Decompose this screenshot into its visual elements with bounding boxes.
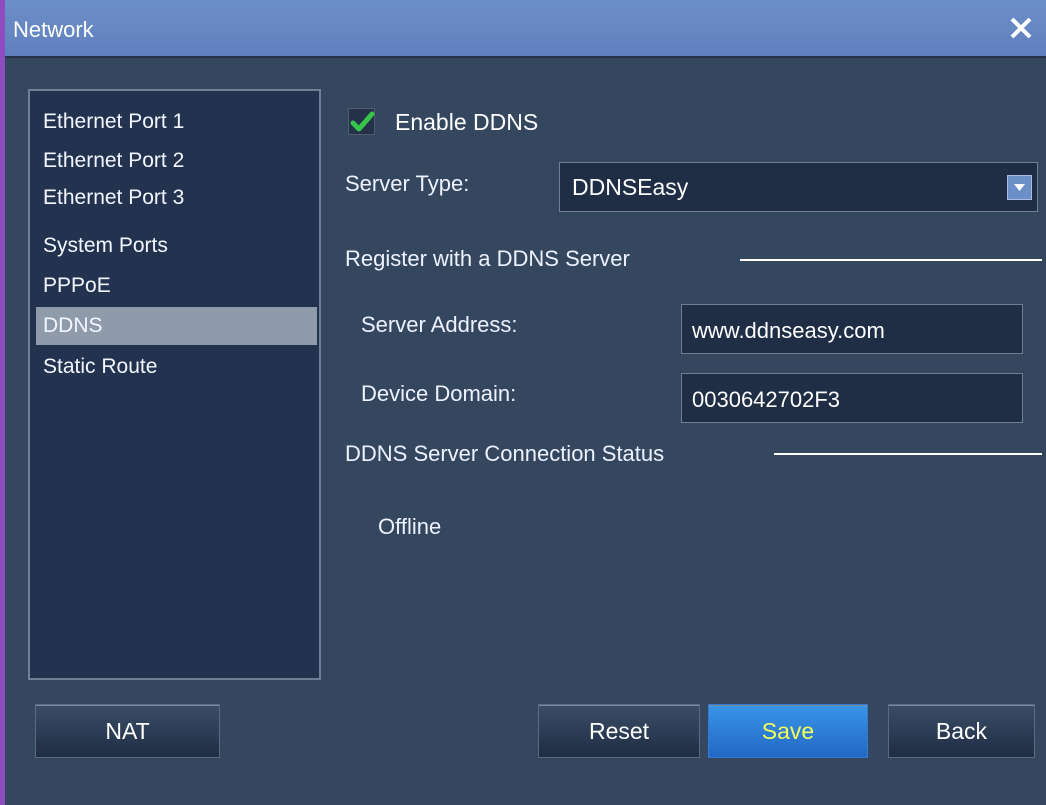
status-section-title: DDNS Server Connection Status xyxy=(345,441,665,466)
title-bar: Network xyxy=(5,0,1046,58)
sidebar-item-ddns[interactable]: DDNS xyxy=(36,307,317,345)
status-section-divider xyxy=(774,453,1042,455)
sidebar-item-ethernet-port-3[interactable]: Ethernet Port 3 xyxy=(36,179,317,217)
device-domain-label: Device Domain: xyxy=(361,381,517,406)
server-type-label: Server Type: xyxy=(345,171,470,196)
sidebar-item-system-ports[interactable]: System Ports xyxy=(36,227,317,265)
check-icon xyxy=(350,111,375,132)
enable-ddns-checkbox[interactable] xyxy=(348,108,375,135)
register-section-title: Register with a DDNS Server xyxy=(345,246,630,271)
server-type-value: DDNSEasy xyxy=(572,174,689,200)
close-icon[interactable] xyxy=(1006,13,1036,43)
reset-button[interactable]: Reset xyxy=(538,704,700,758)
server-address-field[interactable]: www.ddnseasy.com xyxy=(681,304,1023,354)
device-domain-field[interactable]: 0030642702F3 xyxy=(681,373,1023,423)
network-dialog: Network Ethernet Port 1 Ethernet Port 2 … xyxy=(0,0,1046,805)
network-category-list: Ethernet Port 1 Ethernet Port 2 Ethernet… xyxy=(28,89,321,680)
sidebar-item-pppoe[interactable]: PPPoE xyxy=(36,267,317,305)
sidebar-item-ethernet-port-2[interactable]: Ethernet Port 2 xyxy=(36,142,317,180)
device-domain-value: 0030642702F3 xyxy=(692,387,841,412)
connection-status-text: Offline xyxy=(378,514,442,539)
chevron-down-icon[interactable] xyxy=(1007,175,1032,200)
enable-ddns-label: Enable DDNS xyxy=(395,109,539,135)
server-address-value: www.ddnseasy.com xyxy=(692,318,885,343)
window-title: Network xyxy=(13,17,94,42)
server-address-label: Server Address: xyxy=(361,312,518,337)
save-button[interactable]: Save xyxy=(708,704,868,758)
sidebar-item-ethernet-port-1[interactable]: Ethernet Port 1 xyxy=(36,103,317,141)
back-button[interactable]: Back xyxy=(888,704,1035,758)
nat-button[interactable]: NAT xyxy=(35,704,220,758)
sidebar-item-static-route[interactable]: Static Route xyxy=(36,348,317,386)
server-type-select[interactable]: DDNSEasy xyxy=(559,162,1038,212)
register-section-divider xyxy=(740,259,1042,261)
